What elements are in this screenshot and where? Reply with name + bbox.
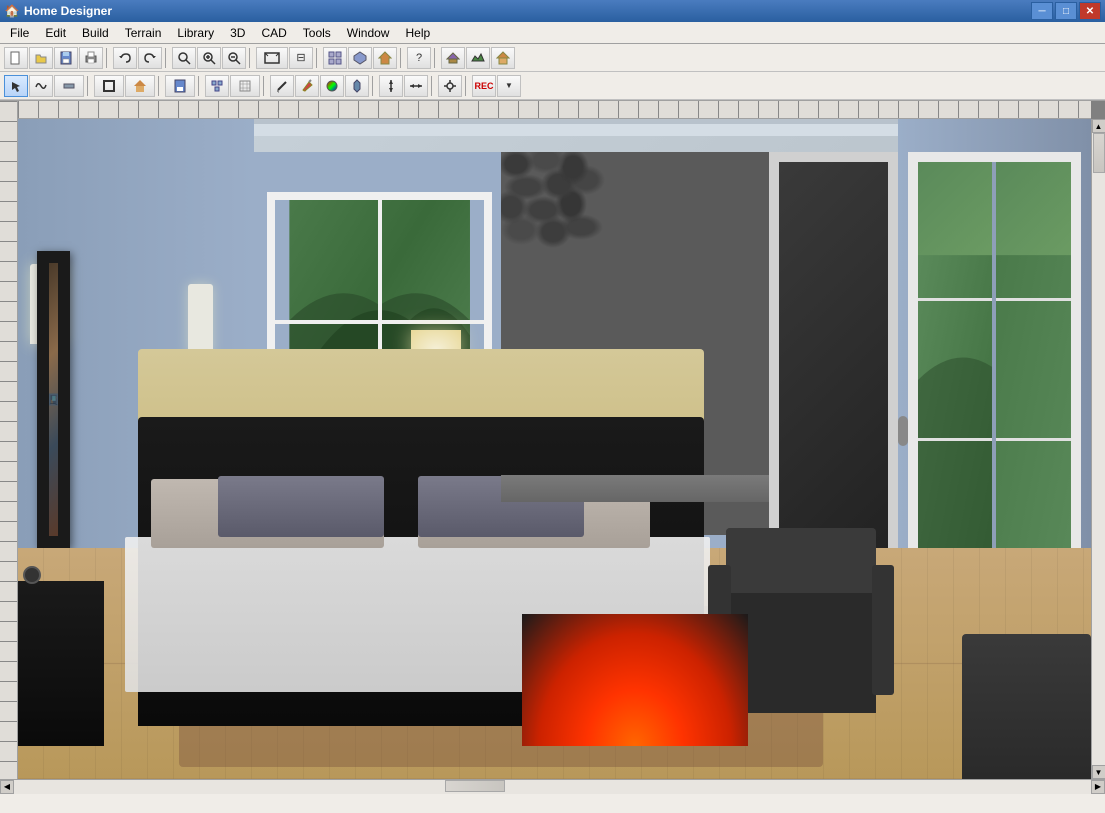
snap-tool[interactable] [438,75,462,97]
scroll-track-horizontal[interactable] [14,780,1091,794]
toolbar-separator-13 [465,76,469,96]
elevation-tool[interactable] [379,75,403,97]
scroll-track-vertical[interactable] [1092,133,1105,765]
toolbar-separator-3 [249,48,253,68]
menu-3d[interactable]: 3D [222,24,253,42]
ruler-ticks-vertical [0,101,17,779]
new-button[interactable] [4,47,28,69]
nightstand [18,581,104,746]
close-button[interactable]: ✕ [1079,2,1101,20]
texture-tool[interactable] [345,75,369,97]
room-tool[interactable] [94,75,124,97]
toolbar-area: ⊟ ? [0,44,1105,101]
menu-tools[interactable]: Tools [295,24,339,42]
polyline-tool[interactable] [29,75,53,97]
toolbar-separator-8 [158,76,162,96]
print-button[interactable] [79,47,103,69]
save-button[interactable] [54,47,78,69]
main-viewport-area: ▲ ▼ [0,101,1105,779]
horizontal-scrollbar[interactable]: ◀ ▶ [0,779,1105,793]
menu-build[interactable]: Build [74,24,117,42]
top-ruler [18,101,1091,119]
toolbar-row-1: ⊟ ? [0,44,1105,72]
3d-view-button[interactable] [348,47,372,69]
redo-button[interactable] [138,47,162,69]
toolbar-separator-2 [165,48,169,68]
roof-button[interactable] [441,47,465,69]
statusbar [0,793,1105,813]
ruler-ticks-horizontal [18,101,1091,118]
menu-library[interactable]: Library [169,24,222,42]
scroll-left-button[interactable]: ◀ [0,780,14,794]
3d-viewport[interactable] [18,119,1091,779]
menu-window[interactable]: Window [339,24,398,42]
zoom-out-button[interactable] [222,47,246,69]
help-button[interactable]: ? [407,47,431,69]
zoom-button[interactable] [172,47,196,69]
minimize-button[interactable]: ─ [1031,2,1053,20]
zoom-in-button[interactable] [197,47,221,69]
house-tool[interactable] [125,75,155,97]
window-controls: ─ □ ✕ [1031,2,1101,20]
toolbar-separator-1 [106,48,110,68]
paint-tool[interactable] [295,75,319,97]
left-ruler [0,101,18,779]
toolbar-separator-7 [87,76,91,96]
component-tool[interactable] [205,75,229,97]
house2-button[interactable] [491,47,515,69]
vertical-scrollbar[interactable]: ▲ ▼ [1091,119,1105,779]
undo-button[interactable] [113,47,137,69]
toolbar-separator-4 [316,48,320,68]
scroll-thumb-vertical[interactable] [1093,133,1105,173]
fill-button[interactable]: ⊟ [289,47,313,69]
toolbar-separator-10 [263,76,267,96]
menu-help[interactable]: Help [397,24,438,42]
fireplace-flames [522,614,747,746]
3d-scene [18,119,1091,779]
scroll-thumb-horizontal[interactable] [445,780,505,792]
open-button[interactable] [29,47,53,69]
menu-edit[interactable]: Edit [37,24,74,42]
toolbar-separator-12 [431,76,435,96]
fireplace-mantel [501,475,769,501]
toolbar-separator-6 [434,48,438,68]
terrain-view-button[interactable] [466,47,490,69]
toolbar-separator-5 [400,48,404,68]
menu-cad[interactable]: CAD [253,24,294,42]
select-tool[interactable] [4,75,28,97]
toolbar-row-2: REC ▼ [0,72,1105,100]
toolbar-separator-11 [372,76,376,96]
record-dropdown[interactable]: ▼ [497,75,521,97]
save-tool[interactable] [165,75,195,97]
grid-tool[interactable] [230,75,260,97]
menu-terrain[interactable]: Terrain [117,24,170,42]
alarm-clock [23,566,41,584]
app-icon: 🏠 [4,3,20,19]
pillow-3-decorative [218,476,384,538]
house-view-button[interactable] [373,47,397,69]
scroll-down-button[interactable]: ▼ [1092,765,1105,779]
scroll-right-button[interactable]: ▶ [1091,780,1105,794]
door-handle [898,416,908,446]
wall-artwork [37,251,70,548]
fit-window-button[interactable] [256,47,288,69]
draw-tool[interactable] [270,75,294,97]
plan-view-button[interactable] [323,47,347,69]
fireplace-opening [522,614,747,746]
material-tool[interactable] [320,75,344,97]
menubar: File Edit Build Terrain Library 3D CAD T… [0,22,1105,44]
toolbar-separator-9 [198,76,202,96]
armchair-2 [962,634,1091,779]
wall-tool[interactable] [54,75,84,97]
window-title: Home Designer [24,4,1031,18]
titlebar: 🏠 Home Designer ─ □ ✕ [0,0,1105,22]
maximize-button[interactable]: □ [1055,2,1077,20]
record-button[interactable]: REC [472,75,496,97]
wall-sconce-right-of-art [188,284,213,354]
armchair [726,528,876,713]
menu-file[interactable]: File [2,24,37,42]
scroll-up-button[interactable]: ▲ [1092,119,1105,133]
transform-tool[interactable] [404,75,428,97]
